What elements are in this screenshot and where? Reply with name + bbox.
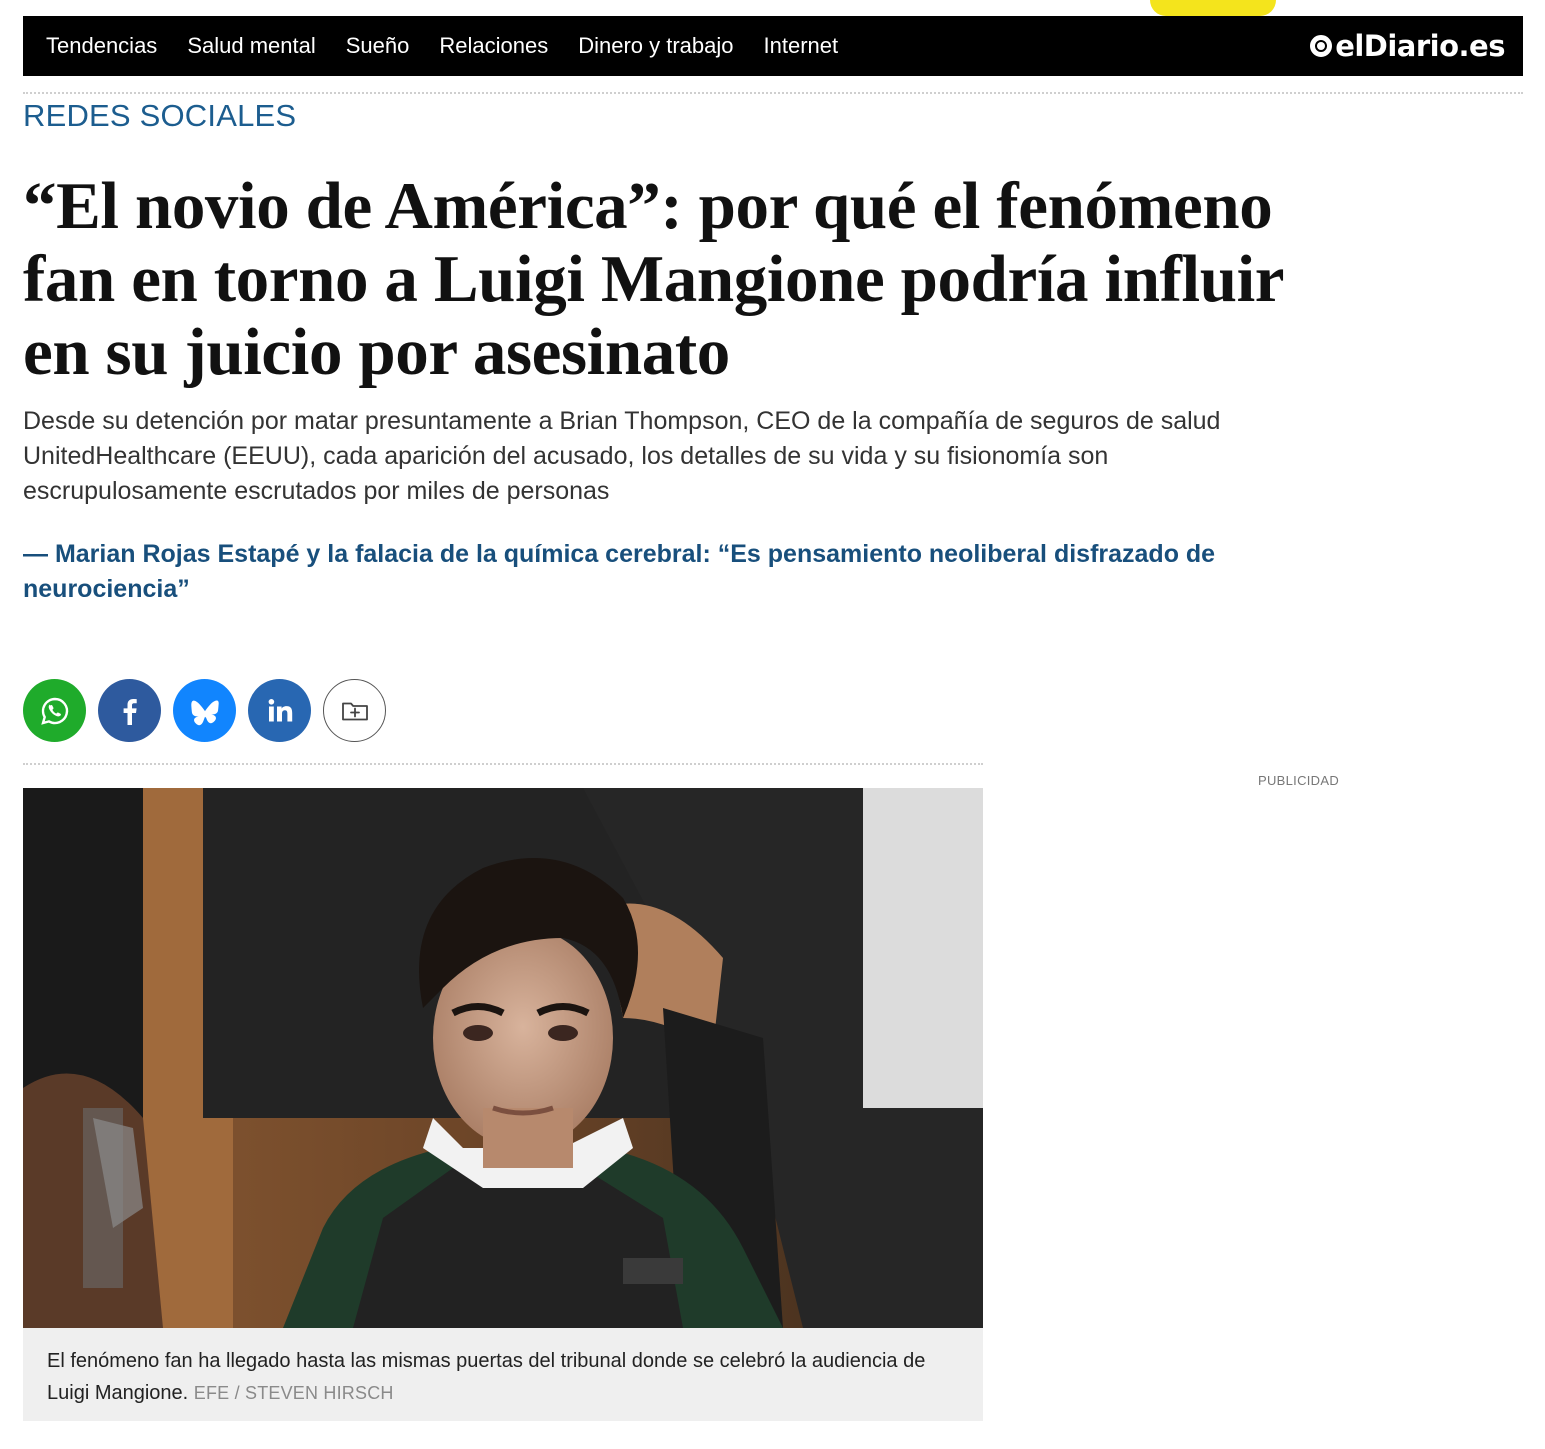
divider [23,92,1523,94]
courtroom-photo-illustration [23,788,983,1328]
nav-link-sueno[interactable]: Sueño [346,33,410,59]
nav-link-salud-mental[interactable]: Salud mental [187,33,315,59]
top-navigation-bar: Tendencias Salud mental Sueño Relaciones… [23,16,1523,76]
logo-text: elDiario.es [1335,29,1505,63]
divider [23,763,983,765]
article-headline: “El novio de América”: por qué el fenóme… [23,169,1283,389]
bluesky-icon [190,699,219,725]
related-article-link[interactable]: — Marian Rojas Estapé y la falacia de la… [23,537,1283,607]
share-linkedin-button[interactable] [248,679,311,742]
article-standfirst: Desde su detención por matar presuntamen… [23,407,1221,505]
photo-caption: El fenómeno fan ha llegado hasta las mis… [23,1328,983,1421]
nav-link-internet[interactable]: Internet [764,33,839,59]
top-yellow-tab [1150,0,1276,16]
advertising-label: PUBLICIDAD [1258,773,1340,788]
article-photo[interactable] [23,788,983,1328]
section-tag[interactable]: REDES SOCIALES [23,98,296,134]
nav-link-tendencias[interactable]: Tendencias [46,33,157,59]
share-buttons [23,679,398,742]
nav-links: Tendencias Salud mental Sueño Relaciones… [46,33,868,59]
share-facebook-button[interactable] [98,679,161,742]
nav-link-relaciones[interactable]: Relaciones [439,33,548,59]
eldiario-logo[interactable]: elDiario.es [1310,29,1505,63]
save-folder-icon [341,702,368,720]
eldiario-logo-icon [1310,35,1333,57]
share-bluesky-button[interactable] [173,679,236,742]
share-whatsapp-button[interactable] [23,679,86,742]
caption-credit: EFE / STEVEN HIRSCH [193,1383,394,1403]
facebook-icon [123,698,137,725]
linkedin-icon [268,698,292,721]
save-to-folder-button[interactable] [323,679,386,742]
whatsapp-icon [40,697,68,725]
caption-text: El fenómeno fan ha llegado hasta las mis… [47,1350,926,1404]
nav-link-dinero-y-trabajo[interactable]: Dinero y trabajo [578,33,733,59]
